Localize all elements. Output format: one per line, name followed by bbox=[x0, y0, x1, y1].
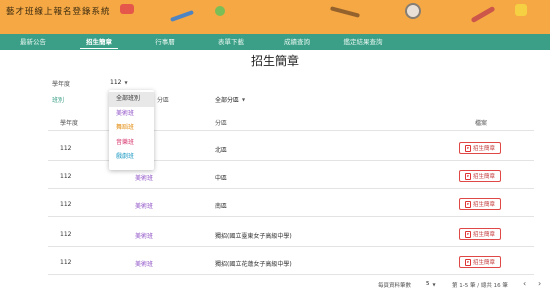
area-select[interactable]: 全部分區 ▼ bbox=[215, 95, 245, 104]
rows-per-page-value: 5 bbox=[426, 281, 430, 287]
row-3-file-button[interactable]: P 招生簡章 bbox=[459, 198, 501, 210]
row-5-area: 獨招(國立花蓮女子高級中學) bbox=[215, 261, 292, 268]
rows-per-page-select[interactable]: 5 ▼ bbox=[426, 281, 436, 287]
col-header-year: 學年度 bbox=[60, 120, 79, 127]
area-filter-label: 分區 bbox=[157, 97, 170, 104]
site-title: 藝才班線上報名登錄系統 bbox=[6, 7, 111, 17]
row-divider bbox=[48, 246, 534, 247]
pdf-icon: P bbox=[464, 172, 471, 180]
nav-item-result-query[interactable]: 鑑定結果查詢 bbox=[330, 34, 396, 50]
row-divider bbox=[48, 188, 534, 189]
row-5-year: 112 bbox=[60, 259, 72, 266]
class-filter-label: 班別 bbox=[52, 97, 65, 104]
page-range-text: 第 1-5 筆 / 總共 16 筆 bbox=[452, 283, 508, 289]
row-divider bbox=[48, 274, 534, 275]
file-button-label: 招生簡章 bbox=[472, 232, 495, 238]
class-option[interactable]: 舞蹈班 bbox=[109, 121, 154, 136]
year-filter-label: 學年度 bbox=[52, 81, 71, 88]
pencil-deco-icon bbox=[329, 6, 361, 18]
pdf-icon: P bbox=[464, 144, 471, 152]
header-banner: 藝才班線上報名登錄系統 bbox=[0, 0, 550, 34]
prev-page-icon[interactable]: ‹ bbox=[523, 279, 526, 288]
row-3-year: 112 bbox=[60, 201, 72, 208]
brush-deco-icon bbox=[170, 10, 194, 22]
block-deco-icon bbox=[515, 4, 527, 16]
paint-deco-icon bbox=[120, 4, 134, 14]
class-option[interactable]: 戲劇班 bbox=[109, 150, 154, 165]
row-5-class: 美術班 bbox=[135, 261, 154, 268]
file-button-label: 招生簡章 bbox=[472, 146, 495, 152]
caret-down-icon: ▼ bbox=[242, 97, 246, 102]
caret-down-icon: ▼ bbox=[124, 80, 128, 85]
dot-deco-icon bbox=[215, 6, 225, 16]
row-4-file-button[interactable]: P 招生簡章 bbox=[459, 228, 501, 240]
row-4-year: 112 bbox=[60, 231, 72, 238]
class-option[interactable]: 美術班 bbox=[109, 107, 154, 122]
main-nav: 最新公告 招生簡章 行事曆 表單下載 成績查詢 鑑定結果查詢 bbox=[0, 34, 550, 50]
row-3-class: 美術班 bbox=[135, 203, 154, 210]
nav-item-forms-download[interactable]: 表單下載 bbox=[198, 34, 264, 50]
col-header-area: 分區 bbox=[215, 120, 228, 127]
row-1-year: 112 bbox=[60, 145, 72, 152]
file-button-label: 招生簡章 bbox=[472, 174, 495, 180]
pdf-icon: P bbox=[464, 230, 471, 238]
year-select[interactable]: 112 ▼ bbox=[110, 79, 128, 86]
col-header-file: 檔案 bbox=[475, 120, 488, 127]
row-4-area: 獨招(國立臺東女子高級中學) bbox=[215, 233, 292, 240]
nav-item-announcements[interactable]: 最新公告 bbox=[0, 34, 66, 50]
file-button-label: 招生簡章 bbox=[472, 260, 495, 266]
rows-per-page-label: 每頁資料筆數 bbox=[378, 283, 412, 289]
disc-deco-icon bbox=[405, 3, 421, 19]
pdf-icon: P bbox=[464, 200, 471, 208]
row-1-file-button[interactable]: P 招生簡章 bbox=[459, 142, 501, 154]
nav-item-grade-query[interactable]: 成績查詢 bbox=[264, 34, 330, 50]
nav-item-admissions-guide[interactable]: 招生簡章 bbox=[66, 34, 132, 50]
row-2-file-button[interactable]: P 招生簡章 bbox=[459, 170, 501, 182]
row-2-year: 112 bbox=[60, 173, 72, 180]
class-option[interactable]: 音樂班 bbox=[109, 136, 154, 151]
year-select-value: 112 bbox=[110, 79, 122, 86]
row-2-class: 美術班 bbox=[135, 175, 154, 182]
nav-item-calendar[interactable]: 行事曆 bbox=[132, 34, 198, 50]
class-dropdown-menu: 全部班別 美術班 舞蹈班 音樂班 戲劇班 bbox=[109, 90, 154, 170]
area-select-value: 全部分區 bbox=[215, 97, 240, 104]
row-1-area: 北區 bbox=[215, 147, 228, 154]
row-2-area: 中區 bbox=[215, 175, 228, 182]
row-divider bbox=[48, 216, 534, 217]
row-3-area: 南區 bbox=[215, 203, 228, 210]
next-page-icon[interactable]: › bbox=[538, 279, 541, 288]
row-5-file-button[interactable]: P 招生簡章 bbox=[459, 256, 501, 268]
caret-down-icon: ▼ bbox=[432, 281, 436, 287]
row-4-class: 美術班 bbox=[135, 233, 154, 240]
file-button-label: 招生簡章 bbox=[472, 202, 495, 208]
pdf-icon: P bbox=[464, 258, 471, 266]
page-title: 招生簡章 bbox=[250, 54, 299, 68]
brush-deco-icon bbox=[470, 5, 496, 24]
class-option[interactable]: 全部班別 bbox=[109, 92, 154, 107]
